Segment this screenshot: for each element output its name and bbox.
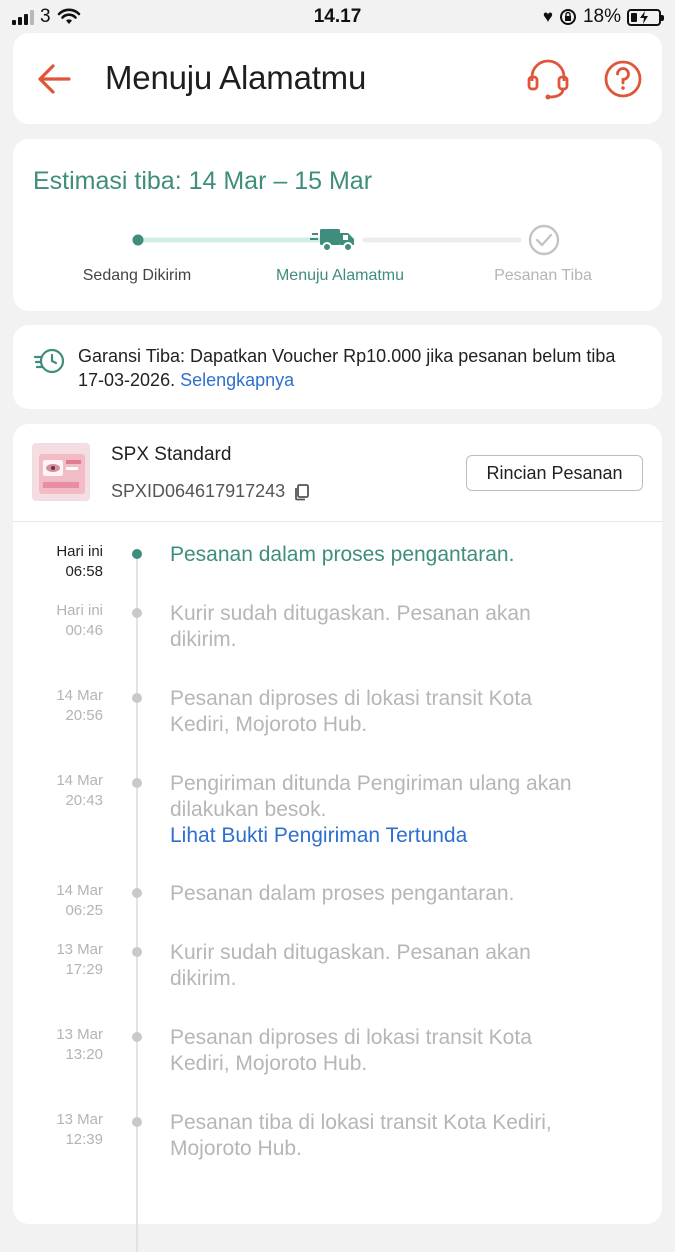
divider bbox=[13, 521, 662, 522]
page-title: Menuju Alamatmu bbox=[105, 59, 367, 96]
event-date: Hari ini bbox=[56, 602, 103, 619]
event-date: 14 Mar bbox=[56, 882, 103, 899]
timeline-dot bbox=[132, 693, 142, 703]
tracking-card: SPX Standard SPXID064617917243 Rincian P… bbox=[13, 424, 662, 1252]
event-date: 13 Mar bbox=[56, 1026, 103, 1043]
timeline-dot bbox=[132, 778, 142, 788]
event-date: 14 Mar bbox=[56, 687, 103, 704]
guarantee-text: Garansi Tiba: Dapatkan Voucher Rp10.000 … bbox=[78, 346, 616, 390]
copy-icon[interactable] bbox=[293, 483, 311, 501]
delivery-progress bbox=[132, 224, 560, 256]
step-label-current: Menuju Alamatmu bbox=[275, 267, 405, 284]
timeline-line bbox=[136, 552, 138, 1252]
event-text: Pesanan dalam proses pengantaran. bbox=[170, 543, 515, 566]
event-time: 06:25 bbox=[65, 902, 103, 919]
signal-icon bbox=[12, 9, 34, 25]
status-bar: 3 14.17 ♥ 18% bbox=[0, 0, 675, 34]
step-label-arrived: Pesanan Tiba bbox=[494, 267, 592, 284]
event-time: 00:46 bbox=[65, 622, 103, 639]
event-text: Pesanan tiba di lokasi transit Kota Kedi… bbox=[170, 1111, 552, 1160]
back-arrow-icon[interactable] bbox=[35, 59, 75, 99]
header-card: Menuju Alamatmu bbox=[13, 33, 662, 124]
estimate-title: Estimasi tiba: 14 Mar – 15 Mar bbox=[33, 167, 373, 195]
truck-icon bbox=[310, 229, 354, 252]
product-thumbnail[interactable] bbox=[32, 443, 90, 501]
heart-icon: ♥ bbox=[542, 7, 553, 26]
event-date: 13 Mar bbox=[56, 1111, 103, 1128]
help-icon[interactable] bbox=[603, 57, 643, 101]
event-time: 20:43 bbox=[65, 792, 103, 809]
event-date: 14 Mar bbox=[56, 772, 103, 789]
delay-proof-link[interactable]: Lihat Bukti Pengiriman Tertunda bbox=[170, 823, 640, 849]
event-text: Pesanan diproses di lokasi transit Kota … bbox=[170, 1026, 532, 1075]
timeline-dot bbox=[132, 608, 142, 618]
event-text: Pengiriman ditunda Pengiriman ulang akan… bbox=[170, 772, 572, 821]
timeline-dot bbox=[132, 549, 142, 559]
guarantee-link[interactable]: Selengkapnya bbox=[180, 370, 294, 390]
rotation-lock-icon bbox=[559, 9, 576, 25]
step-dot-done bbox=[132, 234, 144, 246]
fast-clock-icon bbox=[33, 348, 65, 374]
battery-percent: 18% bbox=[582, 6, 621, 27]
timeline-dot bbox=[132, 1117, 142, 1127]
event-text: Pesanan diproses di lokasi transit Kota … bbox=[170, 687, 532, 736]
headset-icon[interactable] bbox=[526, 57, 570, 101]
event-text: Kurir sudah ditugaskan. Pesanan akan dik… bbox=[170, 941, 531, 990]
order-details-button[interactable]: Rincian Pesanan bbox=[466, 455, 643, 491]
wifi-icon bbox=[57, 8, 80, 24]
event-text: Pesanan dalam proses pengantaran. bbox=[170, 882, 515, 905]
event-date: 13 Mar bbox=[56, 941, 103, 958]
timeline-dot bbox=[132, 947, 142, 957]
event-date: Hari ini bbox=[56, 543, 103, 560]
step-label-shipped: Sedang Dikirim bbox=[82, 267, 192, 284]
event-time: 12:39 bbox=[65, 1131, 103, 1148]
check-circle-icon bbox=[528, 224, 560, 256]
carrier-label: 3 bbox=[40, 6, 51, 27]
battery-icon bbox=[627, 8, 664, 26]
event-time: 17:29 bbox=[65, 961, 103, 978]
event-time: 13:20 bbox=[65, 1046, 103, 1063]
event-text: Kurir sudah ditugaskan. Pesanan akan dik… bbox=[170, 602, 531, 651]
timeline-dot bbox=[132, 888, 142, 898]
event-time: 20:56 bbox=[65, 707, 103, 724]
event-time: 06:58 bbox=[65, 563, 103, 580]
estimate-card: Estimasi tiba: 14 Mar – 15 Mar Sedang Di… bbox=[13, 139, 662, 311]
guarantee-card[interactable]: Garansi Tiba: Dapatkan Voucher Rp10.000 … bbox=[13, 325, 662, 409]
tracking-id: SPXID064617917243 bbox=[111, 481, 286, 501]
timeline-dot bbox=[132, 1032, 142, 1042]
courier-name: SPX Standard bbox=[111, 444, 232, 465]
